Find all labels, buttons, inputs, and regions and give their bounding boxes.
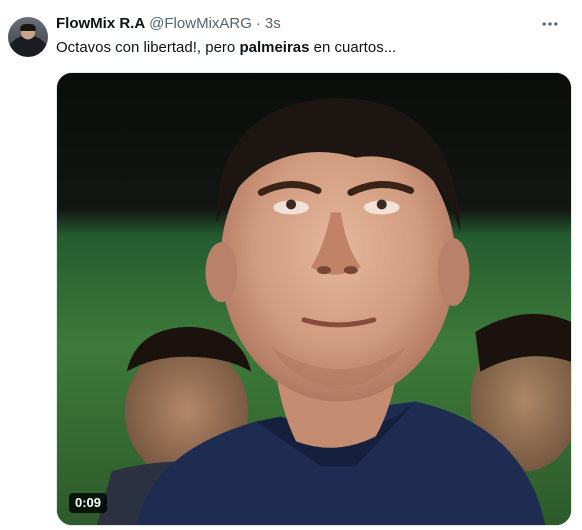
tweet-text-part1: Octavos con libertad!, pero [56, 39, 240, 56]
tweet-text-part2: en cuartos... [309, 39, 397, 56]
tweet-card[interactable]: FlowMix R.A @FlowMixARG · 3s Octavos con… [0, 0, 582, 530]
author-name[interactable]: FlowMix R.A [56, 14, 145, 34]
avatar-hair-shape [20, 24, 36, 31]
tweet-text-bold: palmeiras [239, 39, 310, 56]
video-frame [57, 73, 571, 525]
author-handle[interactable]: @FlowMixARG [149, 14, 252, 34]
tweet-text: Octavos con libertad!, pero palmeiras en… [56, 38, 396, 58]
more-options-button[interactable] [536, 12, 564, 36]
video-duration-badge: 0:09 [69, 493, 108, 513]
more-dots-icon [542, 22, 558, 26]
tweet-header: FlowMix R.A @FlowMixARG · 3s [56, 14, 281, 34]
tweet-timestamp[interactable]: 3s [265, 14, 281, 34]
video-player[interactable]: 0:09 [56, 72, 572, 526]
separator-dot: · [255, 15, 261, 32]
avatar[interactable] [8, 17, 48, 57]
